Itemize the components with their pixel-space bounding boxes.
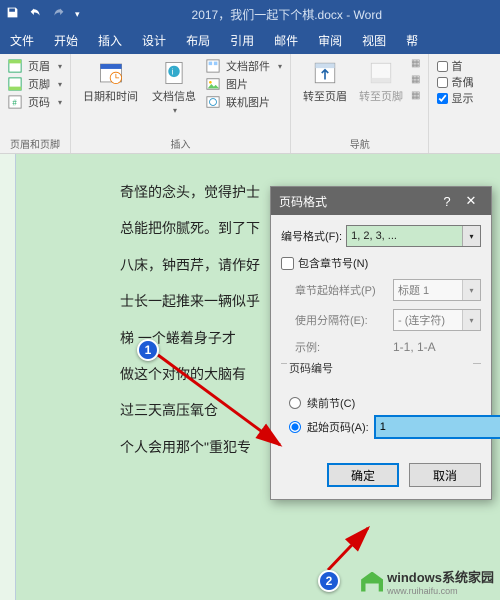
vertical-ruler[interactable] <box>0 154 16 600</box>
datetime-button[interactable]: 日期和时间 <box>79 58 142 117</box>
separator-select: - (连字符)▾ <box>393 309 481 331</box>
ribbon: 页眉▾ 页脚▾ #页码▾ 页眉和页脚 日期和时间 i文档信息▾ 文档部件▾ 图片… <box>0 54 500 154</box>
start-at-radio[interactable]: 起始页码(A): ▲▼ <box>289 416 473 438</box>
page-number-format-dialog: 页码格式 ? ✕ 编号格式(F): 1, 2, 3, ...▾ 包含章节号(N)… <box>270 186 492 500</box>
save-icon[interactable] <box>6 6 19 22</box>
tab-file[interactable]: 文件 <box>0 27 44 54</box>
opt-show-doc[interactable]: 显示 <box>437 90 473 106</box>
goto-footer-button[interactable]: 转至页脚 <box>355 58 407 106</box>
tab-home[interactable]: 开始 <box>44 27 88 54</box>
tab-review[interactable]: 审阅 <box>308 27 352 54</box>
group-label: 页眉和页脚 <box>8 136 62 151</box>
chevron-down-icon[interactable]: ▾ <box>462 226 480 246</box>
group-header-footer: 页眉▾ 页脚▾ #页码▾ 页眉和页脚 <box>0 54 71 153</box>
dialog-title: 页码格式 <box>279 193 327 210</box>
tab-mailings[interactable]: 邮件 <box>264 27 308 54</box>
nav-next: ▦ <box>411 74 420 85</box>
group-insert: 日期和时间 i文档信息▾ 文档部件▾ 图片 联机图片 插入 <box>71 54 291 153</box>
ok-button[interactable]: 确定 <box>327 463 399 487</box>
onlinepic-button[interactable]: 联机图片 <box>206 94 282 110</box>
help-icon[interactable]: ? <box>435 194 459 209</box>
page-numbering-group: 页码编号 续前节(C) 起始页码(A): ▲▼ <box>281 363 481 449</box>
svg-text:i: i <box>172 68 174 77</box>
annotation-bubble-1: 1 <box>137 339 159 361</box>
close-icon[interactable]: ✕ <box>459 193 483 209</box>
house-icon <box>361 572 383 592</box>
watermark: windows系统家园 www.ruihaifu.com <box>361 567 494 596</box>
group-nav: 转至页眉 转至页脚 ▦ ▦ ▦ 导航 <box>291 54 429 153</box>
chapter-style-select: 标题 1▾ <box>393 279 481 301</box>
tab-design[interactable]: 设计 <box>132 27 176 54</box>
start-at-spinner[interactable]: ▲▼ <box>375 416 461 438</box>
tab-references[interactable]: 引用 <box>220 27 264 54</box>
annotation-bubble-2: 2 <box>318 570 340 592</box>
ribbon-tabs: 文件 开始 插入 设计 布局 引用 邮件 审阅 视图 帮 <box>0 28 500 54</box>
goto-header-button[interactable]: 转至页眉 <box>299 58 351 106</box>
number-format-select[interactable]: 1, 2, 3, ...▾ <box>346 225 481 247</box>
group-label: 插入 <box>79 136 282 151</box>
include-chapter-checkbox[interactable] <box>281 257 294 270</box>
start-at-input[interactable] <box>376 417 500 437</box>
undo-icon[interactable] <box>29 6 42 22</box>
tab-view[interactable]: 视图 <box>352 27 396 54</box>
numfmt-label: 编号格式(F): <box>281 228 342 244</box>
pagenum-button[interactable]: #页码▾ <box>8 94 62 110</box>
opt-diff-first[interactable]: 首 <box>437 58 473 74</box>
example-text: 1-1, 1-A <box>393 340 436 354</box>
picture-button[interactable]: 图片 <box>206 76 282 92</box>
tab-help[interactable]: 帮 <box>396 27 428 54</box>
docinfo-button[interactable]: i文档信息▾ <box>148 58 200 117</box>
continue-prev-radio[interactable]: 续前节(C) <box>289 395 473 411</box>
footer-button[interactable]: 页脚▾ <box>8 76 62 92</box>
group-label: 导航 <box>299 136 420 151</box>
quickparts-button[interactable]: 文档部件▾ <box>206 58 282 74</box>
svg-text:#: # <box>12 99 17 108</box>
group-options: 首 奇偶 显示 <box>429 54 481 153</box>
doc-title: 2017，我们一起下个棋.docx - Word <box>80 6 494 23</box>
header-button[interactable]: 页眉▾ <box>8 58 62 74</box>
nav-prev: ▦ <box>411 58 420 69</box>
nav-link: ▦ <box>411 90 420 101</box>
tab-layout[interactable]: 布局 <box>176 27 220 54</box>
redo-icon[interactable] <box>52 6 65 22</box>
dialog-titlebar[interactable]: 页码格式 ? ✕ <box>271 187 491 215</box>
opt-diff-odd-even[interactable]: 奇偶 <box>437 74 473 90</box>
tab-insert[interactable]: 插入 <box>88 27 132 54</box>
cancel-button[interactable]: 取消 <box>409 463 481 487</box>
include-chapter-label: 包含章节号(N) <box>298 255 368 271</box>
title-bar: ▾ 2017，我们一起下个棋.docx - Word <box>0 0 500 28</box>
